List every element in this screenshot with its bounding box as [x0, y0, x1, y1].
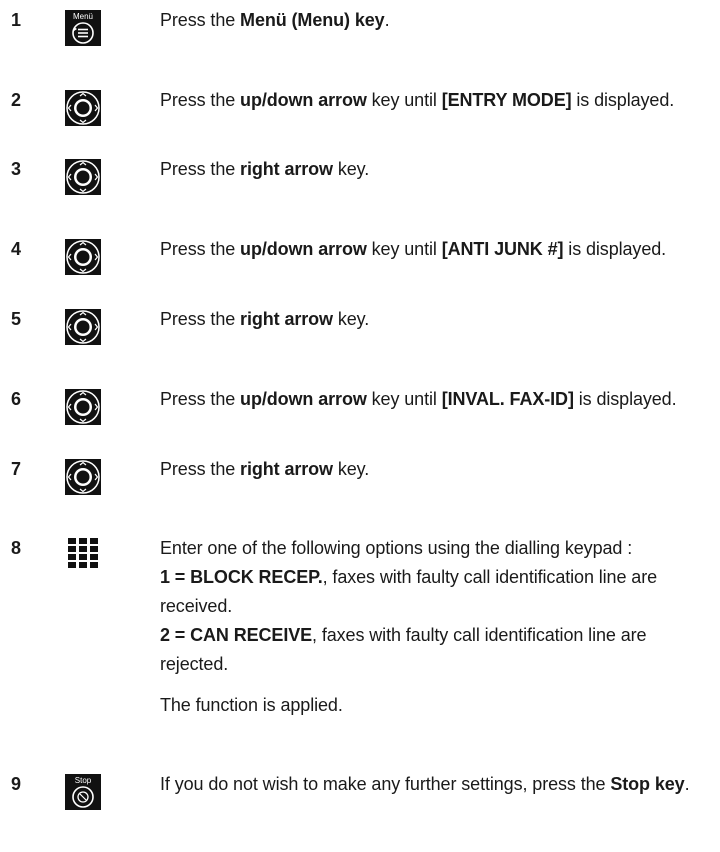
step-text: Press the up/down arrow key until [INVAL…: [160, 389, 677, 409]
emphasis-text: [ENTRY MODE]: [441, 90, 572, 110]
navigation-key-icon: [65, 309, 101, 345]
step-text: Press the right arrow key.: [160, 459, 370, 479]
step-text: Press the up/down arrow key until [ENTRY…: [160, 90, 675, 110]
step-number: 8: [11, 538, 22, 558]
navigation-key-icon: [65, 459, 101, 495]
navigation-key-icon: [65, 239, 101, 275]
step-number: 3: [11, 159, 22, 179]
emphasis-text: right arrow: [240, 309, 333, 329]
navigation-key-icon: [65, 90, 101, 126]
stop-key-label: Stop: [75, 776, 92, 785]
emphasis-text: up/down arrow: [240, 90, 367, 110]
dialling-keypad-icon: [65, 538, 101, 574]
step-text: Press the right arrow key.: [160, 309, 370, 329]
navigation-key-icon: [65, 159, 101, 195]
step-number: 1: [11, 10, 22, 30]
step-number: 9: [11, 774, 22, 794]
step-text: Press the Menü (Menu) key.: [160, 10, 390, 30]
step-number: 6: [11, 389, 22, 409]
step-number: 5: [11, 309, 22, 329]
emphasis-text: [ANTI JUNK #]: [441, 239, 564, 259]
option-1: 1 = BLOCK RECEP., faxes with faulty call…: [160, 567, 657, 616]
menu-key-label: Menü: [73, 12, 93, 21]
step-text: If you do not wish to make any further s…: [160, 774, 690, 794]
emphasis-text: Menü (Menu) key: [240, 10, 385, 30]
emphasis-text: 2 = CAN RECEIVE: [160, 625, 313, 645]
step-text: Press the right arrow key.: [160, 159, 370, 179]
emphasis-text: [INVAL. FAX-ID]: [441, 389, 574, 409]
step-text: Press the up/down arrow key until [ANTI …: [160, 239, 667, 259]
navigation-key-icon: [65, 389, 101, 425]
step-number: 7: [11, 459, 22, 479]
stop-key-icon: Stop: [65, 774, 101, 810]
step-text: Enter one of the following options using…: [160, 534, 710, 720]
emphasis-text: up/down arrow: [240, 239, 367, 259]
emphasis-text: right arrow: [240, 159, 333, 179]
emphasis-text: right arrow: [240, 459, 333, 479]
step-number: 2: [11, 90, 22, 110]
emphasis-text: 1 = BLOCK RECEP.: [160, 567, 323, 587]
menu-key-icon: Menü: [65, 10, 101, 46]
option-2: 2 = CAN RECEIVE, faxes with faulty call …: [160, 625, 647, 674]
emphasis-text: Stop key: [610, 774, 685, 794]
step-number: 4: [11, 239, 22, 259]
emphasis-text: up/down arrow: [240, 389, 367, 409]
step-note: The function is applied.: [160, 695, 343, 715]
